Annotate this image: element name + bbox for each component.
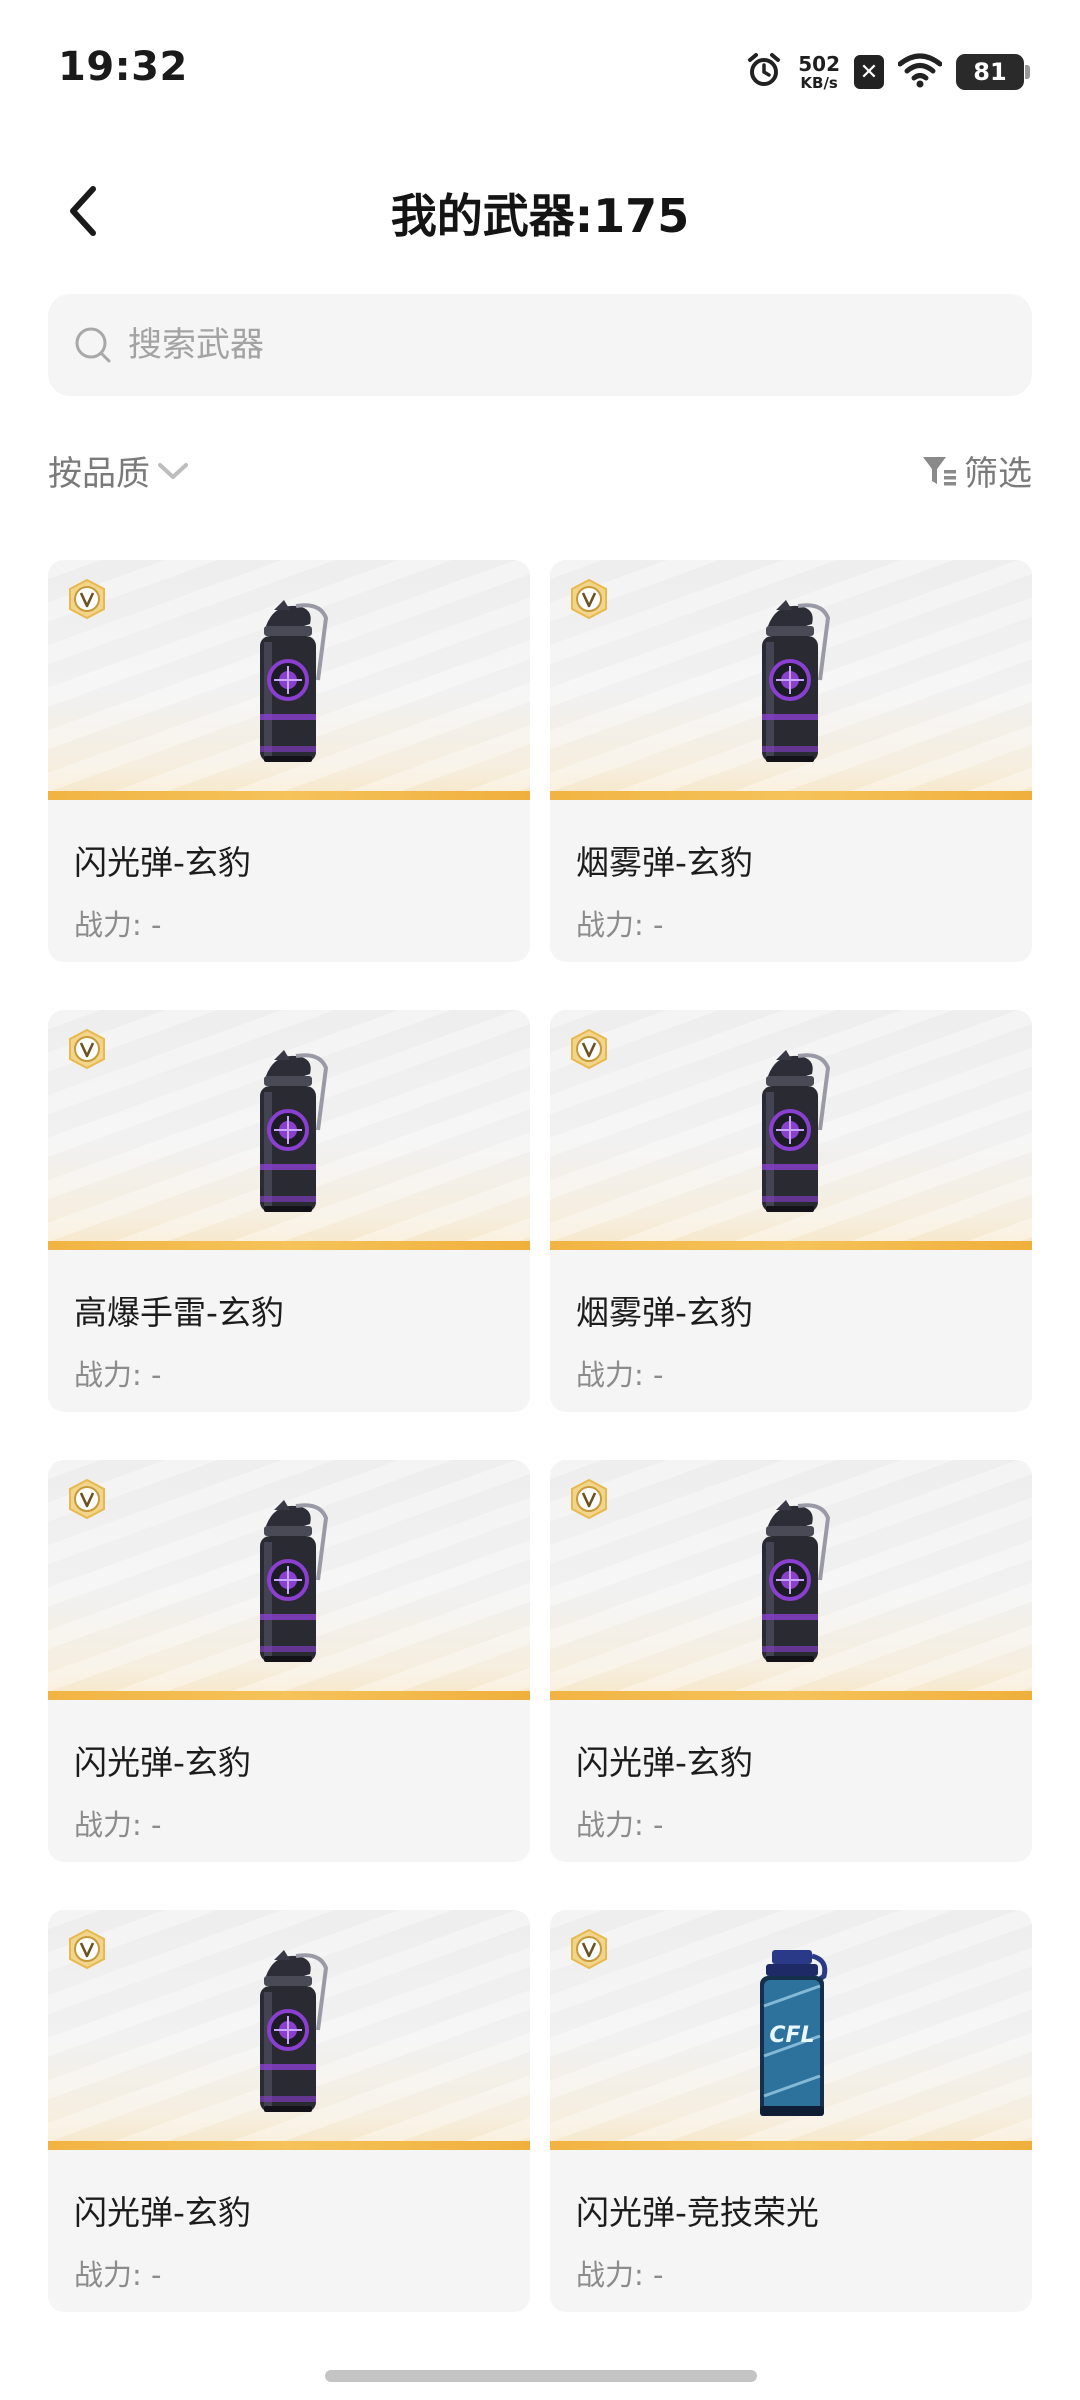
weapon-image-area [550,1460,1032,1700]
net-speed-value: 502 [798,51,840,76]
battery-icon: 81 [956,54,1030,90]
quality-v-badge-icon [568,578,610,620]
toolbar: 按品质 筛选 [48,440,1032,500]
weapon-name: 烟雾弹-玄豹 [576,843,753,882]
weapon-power: 战力: - [74,1358,162,1392]
svg-text:CFL: CFL [769,2023,814,2048]
weapon-image-area [550,560,1032,800]
sort-label: 按品质 [48,454,150,494]
weapon-name: 闪光弹-竞技荣光 [576,2193,819,2232]
header: 我的武器:175 [0,160,1080,260]
grenade-icon: CFL [736,1946,846,2128]
grenade-icon [234,1046,344,1228]
quality-v-badge-icon [568,1928,610,1970]
weapon-card[interactable]: CFL 闪光弹-竞技荣光 战力: - [550,1910,1032,2312]
alarm-icon [744,50,784,94]
weapon-image-area [48,1010,530,1250]
weapon-power: 战力: - [74,2258,162,2292]
filter-button[interactable]: 筛选 [920,446,1032,495]
weapon-name: 闪光弹-玄豹 [74,843,251,882]
quality-v-badge-icon [66,1028,108,1070]
weapon-image-area [48,560,530,800]
x-app-icon: ✕ [854,55,884,89]
quality-v-badge-icon [568,1028,610,1070]
weapon-image-area [48,1910,530,2150]
weapon-grid: 闪光弹-玄豹 战力: - 烟雾弹-玄豹 战力: - 高爆手雷-玄豹 战力: - … [48,560,1032,2312]
weapon-name: 闪光弹-玄豹 [576,1743,753,1782]
status-icons: 502 KB/s ✕ 81 [744,48,1030,96]
home-indicator[interactable] [325,2370,757,2382]
quality-v-badge-icon [66,1928,108,1970]
weapon-image-area: CFL [550,1910,1032,2150]
weapon-power: 战力: - [576,908,664,942]
weapon-card[interactable]: 闪光弹-玄豹 战力: - [48,1460,530,1862]
grenade-icon [234,596,344,778]
weapon-power: 战力: - [576,1358,664,1392]
weapon-name: 高爆手雷-玄豹 [74,1293,284,1332]
quality-v-badge-icon [66,578,108,620]
weapon-image-area [550,1010,1032,1250]
weapon-image-area [48,1460,530,1700]
quality-v-badge-icon [66,1478,108,1520]
weapon-power: 战力: - [74,908,162,942]
weapon-card[interactable]: 烟雾弹-玄豹 战力: - [550,560,1032,962]
weapon-power: 战力: - [74,1808,162,1842]
search-input[interactable] [128,325,988,365]
chevron-down-icon [158,462,188,479]
weapon-card[interactable]: 闪光弹-玄豹 战力: - [48,560,530,962]
wifi-icon [897,52,943,92]
grenade-icon [736,1046,846,1228]
quality-v-badge-icon [568,1478,610,1520]
weapon-name: 烟雾弹-玄豹 [576,1293,753,1332]
status-bar: 19:32 502 KB/s ✕ 81 [0,0,1080,140]
weapon-name: 闪光弹-玄豹 [74,2193,251,2232]
weapon-card[interactable]: 高爆手雷-玄豹 战力: - [48,1010,530,1412]
grenade-icon [234,1496,344,1678]
weapon-card[interactable]: 烟雾弹-玄豹 战力: - [550,1010,1032,1412]
net-speed-unit: KB/s [800,73,838,92]
grenade-icon [736,1496,846,1678]
page-title: 我的武器:175 [390,189,690,243]
search-icon [70,322,116,368]
weapon-name: 闪光弹-玄豹 [74,1743,251,1782]
grenade-icon [736,596,846,778]
weapon-power: 战力: - [576,1808,664,1842]
status-time: 19:32 [58,44,188,90]
filter-label: 筛选 [964,454,1032,494]
search-box[interactable] [48,294,1032,396]
sort-by-quality-button[interactable]: 按品质 [48,446,190,495]
network-speed: 502 KB/s [798,54,840,91]
weapon-card[interactable]: 闪光弹-玄豹 战力: - [48,1910,530,2312]
filter-icon [923,456,956,485]
weapon-card[interactable]: 闪光弹-玄豹 战力: - [550,1460,1032,1862]
weapon-power: 战力: - [576,2258,664,2292]
grenade-icon [234,1946,344,2128]
